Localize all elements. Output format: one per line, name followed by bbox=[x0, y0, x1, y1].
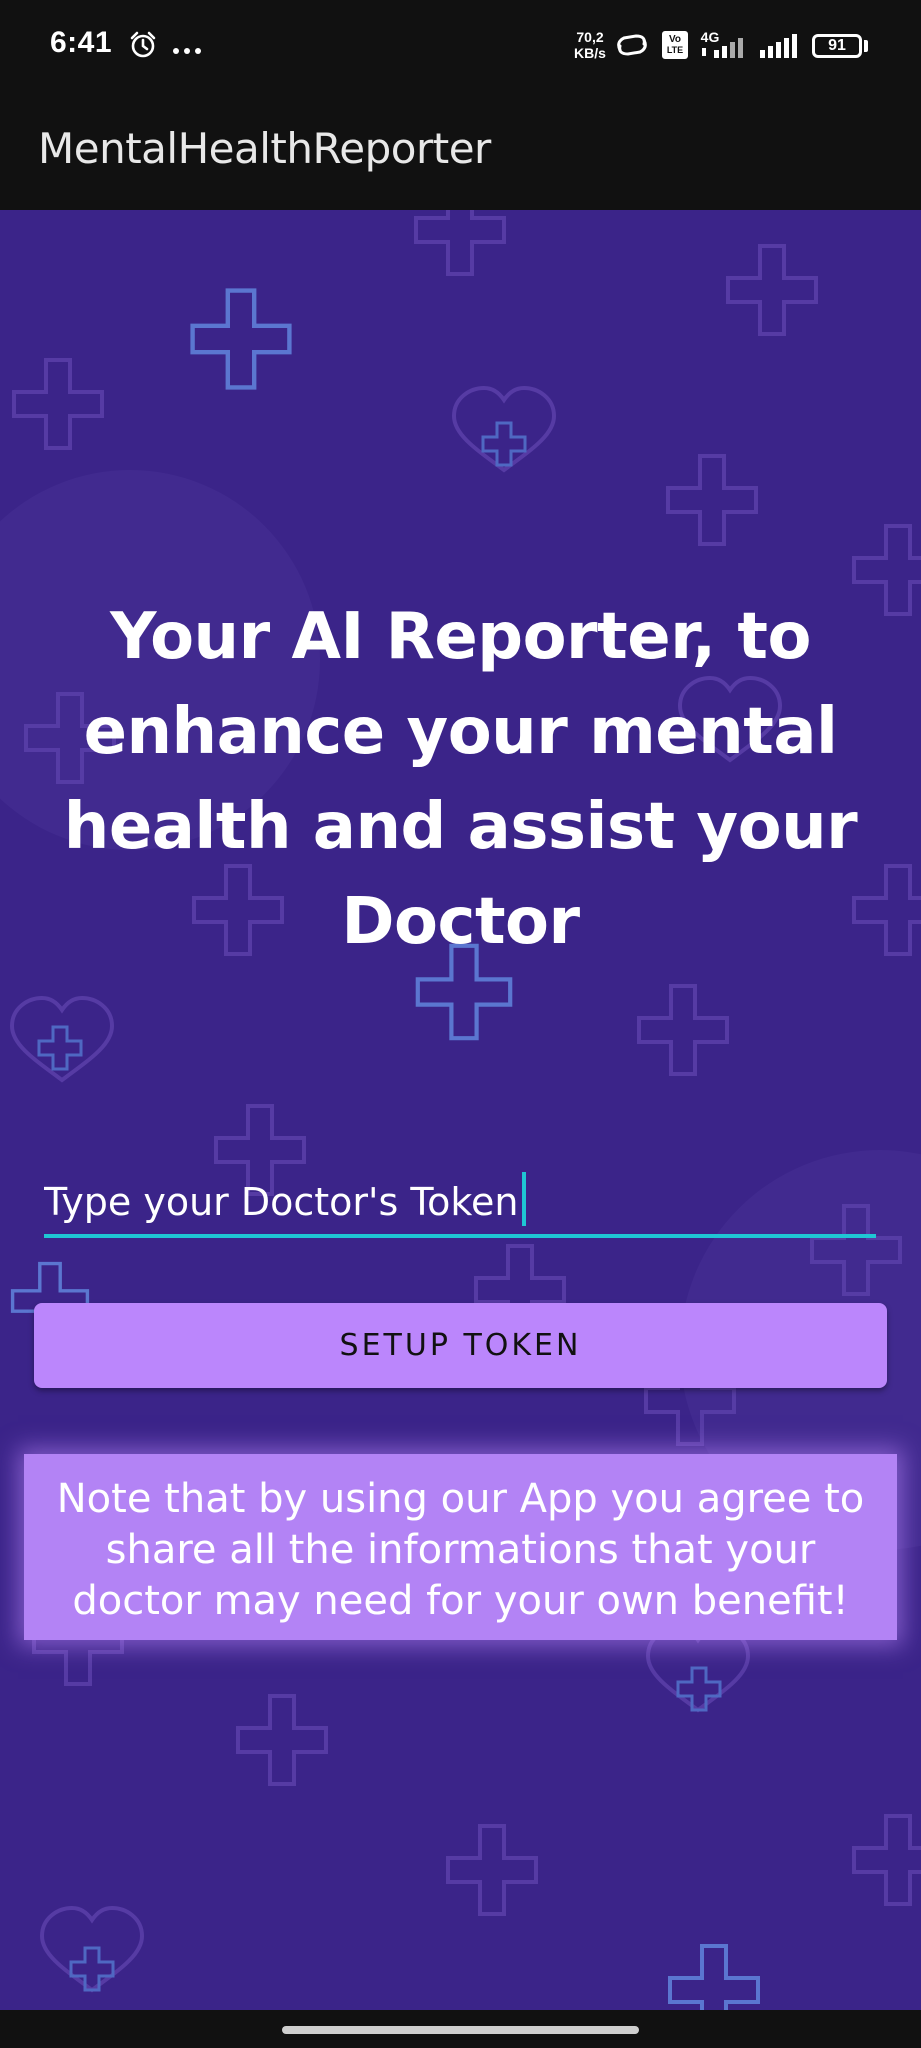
status-time: 6:41 bbox=[50, 26, 113, 59]
volte-bottom: LTE bbox=[666, 45, 684, 55]
setup-token-button[interactable]: SETUP TOKEN bbox=[34, 1303, 887, 1388]
navigation-bar bbox=[0, 2010, 921, 2048]
alarm-icon bbox=[128, 30, 158, 65]
hotspot-link-icon bbox=[614, 30, 650, 65]
headline: Your AI Reporter, to enhance your mental… bbox=[63, 600, 858, 959]
doctor-token-input[interactable] bbox=[44, 1170, 876, 1238]
app-screen: 6:41 70,2 KB/s Vo LTE 4G 91 MentalHealth… bbox=[0, 0, 921, 2048]
status-bar: 6:41 70,2 KB/s Vo LTE 4G 91 bbox=[0, 0, 921, 92]
home-indicator[interactable] bbox=[282, 2026, 639, 2034]
app-bar: MentalHealthReporter bbox=[0, 92, 921, 210]
signal-icon bbox=[700, 34, 754, 65]
app-title: MentalHealthReporter bbox=[38, 124, 491, 173]
more-icon bbox=[172, 42, 202, 60]
background-pattern bbox=[0, 210, 921, 2010]
battery-icon: 91 bbox=[812, 34, 862, 58]
battery-tip bbox=[864, 40, 868, 52]
volte-badge: Vo LTE bbox=[662, 31, 688, 59]
main-content: Your AI Reporter, to enhance your mental… bbox=[0, 210, 921, 2010]
network-speed-unit: KB/s bbox=[574, 45, 606, 61]
text-cursor bbox=[522, 1172, 527, 1226]
volte-top: Vo bbox=[668, 34, 682, 45]
signal-icon bbox=[758, 34, 802, 65]
consent-note: Note that by using our App you agree to … bbox=[24, 1454, 897, 1640]
network-speed-value: 70,2 bbox=[576, 29, 604, 45]
